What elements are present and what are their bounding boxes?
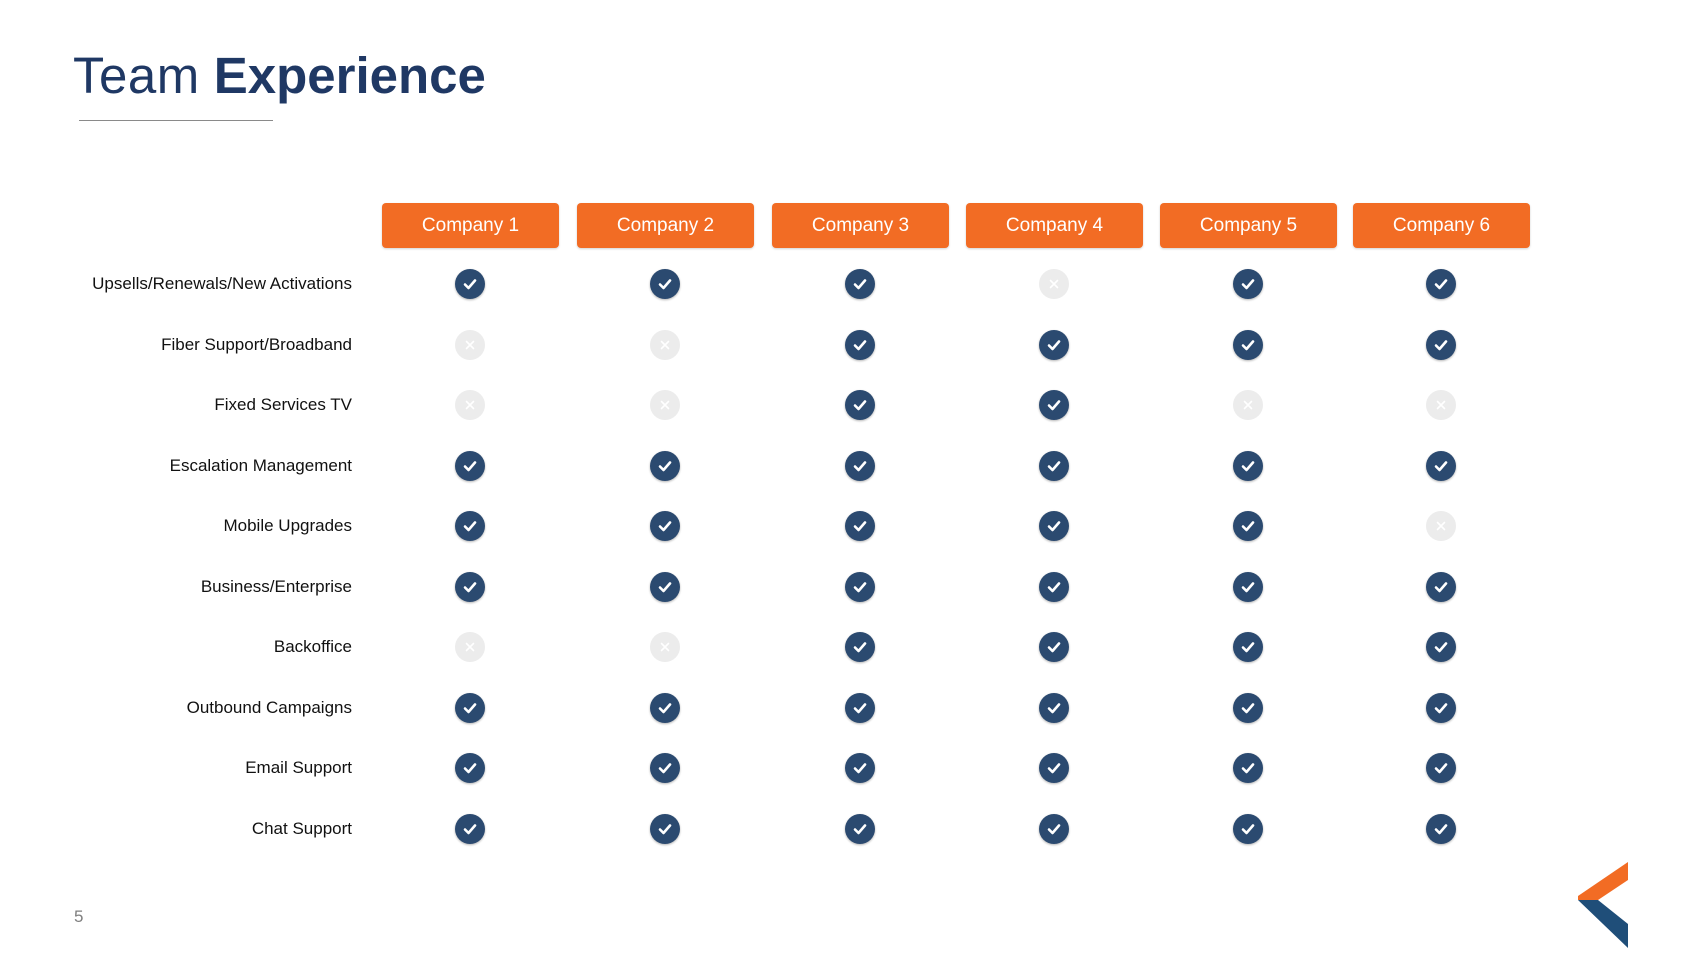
check-circle-icon <box>845 813 875 844</box>
cross-circle-icon <box>1039 269 1069 299</box>
check-circle-icon <box>1039 390 1069 420</box>
check-circle-icon <box>650 753 680 783</box>
company-header-6: Company 6 <box>1353 203 1530 248</box>
check-circle-icon <box>650 571 680 602</box>
cross-circle-icon <box>650 632 680 662</box>
cross-circle-icon <box>455 390 485 420</box>
check-circle-icon <box>1039 692 1069 723</box>
check-circle-icon <box>455 450 485 481</box>
row-label: Fiber Support/Broadband <box>161 334 352 354</box>
check-circle-icon <box>455 511 485 541</box>
row-label: Email Support <box>245 758 352 777</box>
row-label: Outbound Campaigns <box>186 697 352 717</box>
check-circle-icon <box>845 692 875 723</box>
title-underline <box>79 120 273 121</box>
cross-circle-icon <box>455 632 485 662</box>
cross-circle-icon <box>455 329 485 360</box>
page-title: Team Experience <box>73 50 486 101</box>
check-circle-icon <box>1233 813 1263 844</box>
check-circle-icon <box>845 269 875 299</box>
check-circle-icon <box>650 511 680 541</box>
check-circle-icon <box>845 511 875 541</box>
row-label: Fixed Services TV <box>214 395 352 414</box>
row-label: Escalation Management <box>169 455 352 475</box>
check-circle-icon <box>455 692 485 723</box>
check-circle-icon <box>1233 753 1263 783</box>
check-circle-icon <box>1233 329 1263 360</box>
title-light: Team <box>73 47 200 104</box>
check-circle-icon <box>1426 329 1456 360</box>
check-circle-icon <box>845 632 875 662</box>
title-bold: Experience <box>213 47 486 104</box>
check-circle-icon <box>650 692 680 723</box>
check-circle-icon <box>1039 753 1069 783</box>
check-circle-icon <box>1426 450 1456 481</box>
check-circle-icon <box>1426 269 1456 299</box>
company-header-4: Company 4 <box>966 203 1143 248</box>
company-logo <box>1578 862 1628 948</box>
check-circle-icon <box>845 390 875 420</box>
check-circle-icon <box>1426 571 1456 602</box>
check-circle-icon <box>1039 813 1069 844</box>
check-circle-icon <box>1039 511 1069 541</box>
check-circle-icon <box>1039 450 1069 481</box>
check-circle-icon <box>845 571 875 602</box>
cross-circle-icon <box>650 390 680 420</box>
check-circle-icon <box>650 450 680 481</box>
check-circle-icon <box>1233 692 1263 723</box>
cross-circle-icon <box>1426 511 1456 541</box>
cross-circle-icon <box>1426 390 1456 420</box>
check-circle-icon <box>1039 571 1069 602</box>
company-header-3: Company 3 <box>772 203 949 248</box>
check-circle-icon <box>845 329 875 360</box>
check-circle-icon <box>1233 450 1263 481</box>
check-circle-icon <box>1426 753 1456 783</box>
check-circle-icon <box>1426 632 1456 662</box>
check-circle-icon <box>455 753 485 783</box>
row-label: Chat Support <box>251 818 352 838</box>
check-circle-icon <box>455 571 485 602</box>
company-header-5: Company 5 <box>1160 203 1337 248</box>
page-number: 5 <box>74 907 84 926</box>
check-circle-icon <box>455 269 485 299</box>
check-circle-icon <box>1039 329 1069 360</box>
row-label: Upsells/Renewals/New Activations <box>92 274 352 293</box>
check-circle-icon <box>1426 692 1456 723</box>
check-circle-icon <box>845 753 875 783</box>
check-circle-icon <box>1233 632 1263 662</box>
company-header-1: Company 1 <box>382 203 559 248</box>
row-label: Business/Enterprise <box>200 576 352 596</box>
row-label: Mobile Upgrades <box>223 516 352 535</box>
check-circle-icon <box>1426 813 1456 844</box>
check-circle-icon <box>455 813 485 844</box>
check-circle-icon <box>650 813 680 844</box>
cross-circle-icon <box>650 329 680 360</box>
company-header-2: Company 2 <box>577 203 754 248</box>
check-circle-icon <box>1233 269 1263 299</box>
row-label: Backoffice <box>273 637 352 656</box>
check-circle-icon <box>1233 511 1263 541</box>
check-circle-icon <box>650 269 680 299</box>
check-circle-icon <box>845 450 875 481</box>
check-circle-icon <box>1039 632 1069 662</box>
check-circle-icon <box>1233 571 1263 602</box>
cross-circle-icon <box>1233 390 1263 420</box>
